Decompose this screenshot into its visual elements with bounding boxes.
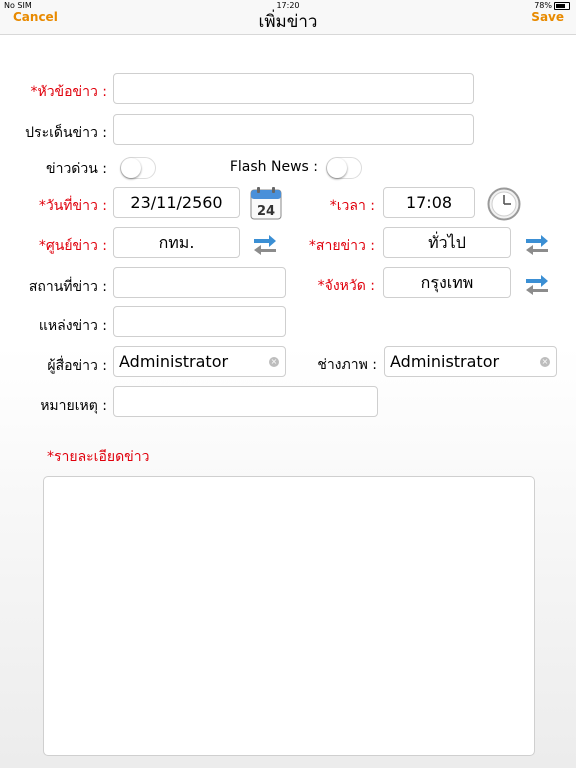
headline-label: *หัวข้อข่าว : bbox=[30, 84, 107, 100]
time-label: *เวลา : bbox=[329, 198, 375, 214]
reporter-input[interactable]: Administrator × bbox=[113, 346, 286, 377]
location-input[interactable] bbox=[113, 267, 286, 298]
news-line-label: *สายข่าว : bbox=[308, 238, 375, 254]
reporter-value: Administrator bbox=[119, 352, 229, 371]
swap-arrows-icon[interactable] bbox=[252, 233, 278, 255]
photographer-label: ช่างภาพ : bbox=[317, 357, 377, 373]
calendar-icon[interactable]: 24 bbox=[250, 186, 282, 220]
headline-input[interactable] bbox=[113, 73, 474, 104]
date-label: *วันที่ข่าว : bbox=[38, 198, 107, 214]
date-field[interactable]: 23/11/2560 bbox=[113, 187, 240, 218]
breaking-news-toggle[interactable] bbox=[120, 157, 156, 179]
swap-arrows-icon[interactable] bbox=[524, 233, 550, 255]
clear-icon[interactable]: × bbox=[269, 357, 279, 367]
topic-input[interactable] bbox=[113, 114, 474, 145]
photographer-input[interactable]: Administrator × bbox=[384, 346, 557, 377]
news-center-label: *ศูนย์ข่าว : bbox=[38, 238, 107, 254]
topic-label: ประเด็นข่าว : bbox=[25, 125, 107, 141]
note-input[interactable] bbox=[113, 386, 378, 417]
news-center-field[interactable]: กทม. bbox=[113, 227, 240, 258]
note-label: หมายเหตุ : bbox=[40, 398, 107, 414]
source-input[interactable] bbox=[113, 306, 286, 337]
news-detail-label: *รายละเอียดข่าว bbox=[47, 449, 150, 465]
flash-news-label: Flash News : bbox=[229, 159, 318, 175]
save-button[interactable]: Save bbox=[531, 10, 564, 24]
clear-icon[interactable]: × bbox=[540, 357, 550, 367]
calendar-day-text: 24 bbox=[257, 204, 275, 219]
flash-news-toggle[interactable] bbox=[326, 157, 362, 179]
photographer-value: Administrator bbox=[390, 352, 500, 371]
reporter-label: ผู้สื่อข่าว : bbox=[47, 358, 107, 374]
swap-arrows-icon[interactable] bbox=[524, 273, 550, 295]
province-field[interactable]: กรุงเทพ bbox=[383, 267, 511, 298]
time-field[interactable]: 17:08 bbox=[383, 187, 475, 218]
page-title: เพิ่มข่าว bbox=[258, 12, 318, 32]
location-label: สถานที่ข่าว : bbox=[28, 279, 107, 295]
province-label: *จังหวัด : bbox=[317, 278, 375, 294]
source-label: แหล่งข่าว : bbox=[38, 318, 107, 334]
news-detail-textarea[interactable] bbox=[43, 476, 535, 756]
clock-icon[interactable] bbox=[487, 187, 521, 221]
breaking-news-label: ข่าวด่วน : bbox=[46, 161, 107, 177]
news-line-field[interactable]: ทั่วไป bbox=[383, 227, 511, 258]
